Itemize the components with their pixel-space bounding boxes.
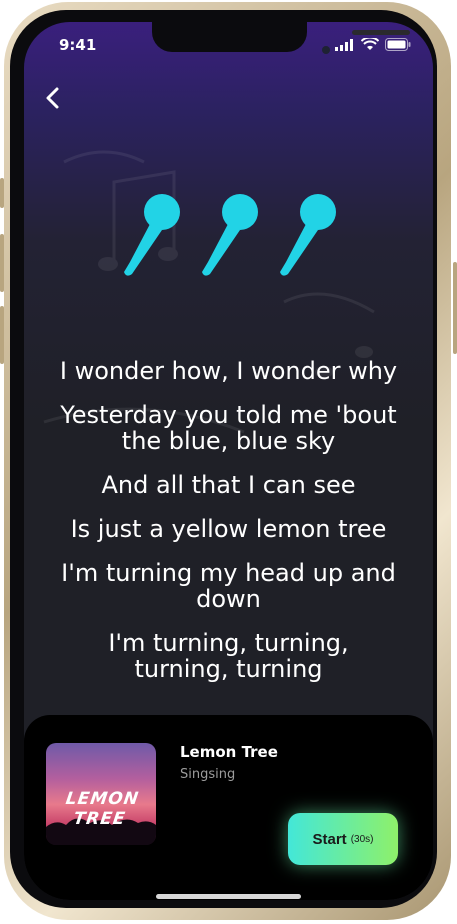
home-indicator[interactable]: [156, 894, 301, 899]
lyric-line: I'm turning my head up and down: [61, 559, 396, 613]
lyric-line: Yesterday you told me 'bout the blue, bl…: [60, 401, 397, 455]
status-time: 9:41: [59, 36, 97, 54]
song-panel: LEMON TREE Lemon Tree Singsing Start (30…: [24, 715, 433, 900]
status-icons: [335, 38, 411, 51]
notch: [152, 22, 410, 54]
start-duration: (30s): [350, 833, 374, 845]
speaker: [352, 30, 410, 35]
wifi-icon: [361, 38, 379, 50]
side-button: [0, 234, 4, 292]
lyric-line: I wonder how, I wonder why: [59, 357, 398, 385]
lyric-line: I'm turning, turning, turning, turning: [108, 629, 349, 683]
microphone-icon: [280, 194, 336, 276]
chevron-left-icon[interactable]: [40, 84, 68, 112]
microphone-icon: [202, 194, 258, 276]
start-label: Start: [312, 830, 347, 848]
microphones: [124, 194, 336, 276]
side-button: [0, 306, 4, 364]
signal-icon: [335, 38, 353, 51]
lyrics: I wonder how, I wonder why Yesterday you…: [30, 358, 427, 700]
camera: [322, 46, 330, 54]
lyric-line: And all that I can see: [101, 471, 356, 499]
battery-icon: [385, 38, 411, 51]
start-button[interactable]: Start (30s): [288, 813, 398, 865]
song-status: Singsing: [180, 767, 236, 782]
album-cover: LEMON TREE: [46, 743, 156, 845]
lyric-line: Is just a yellow lemon tree: [70, 515, 387, 543]
song-title: Lemon Tree: [180, 743, 278, 761]
cover-title: LEMON TREE: [64, 789, 141, 829]
side-button: [453, 262, 457, 354]
side-button: [0, 178, 4, 208]
screen: 9:41 I wonder how, I wonder why Yesterda…: [24, 22, 433, 900]
microphone-icon: [124, 194, 180, 276]
